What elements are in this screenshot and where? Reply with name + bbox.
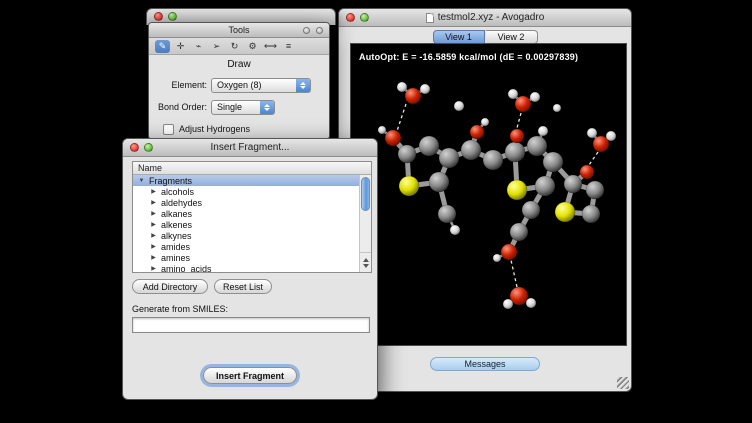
tree-row-label: alkanes <box>161 209 192 219</box>
scroll-down-icon[interactable] <box>363 264 369 268</box>
tree-row-label: alkynes <box>161 231 192 241</box>
disclosure-closed-icon[interactable]: ▶ <box>149 232 158 239</box>
palette-buttons <box>303 27 323 34</box>
disclosure-closed-icon[interactable]: ▶ <box>149 254 158 261</box>
disclosure-closed-icon[interactable]: ▶ <box>149 210 158 217</box>
back-window-controls <box>154 12 177 21</box>
zoom-button[interactable] <box>360 13 369 22</box>
align-tool-icon[interactable]: ≡ <box>281 40 296 53</box>
add-directory-button[interactable]: Add Directory <box>132 279 208 294</box>
disclosure-closed-icon[interactable]: ▶ <box>149 199 158 206</box>
tree-row-label: aldehydes <box>161 198 202 208</box>
scrollbar-arrows <box>360 252 371 272</box>
tree-row[interactable]: ▶amides <box>133 241 359 252</box>
element-dropdown[interactable]: Oxygen (8) <box>211 78 311 93</box>
disclosure-closed-icon[interactable]: ▶ <box>149 243 158 250</box>
fragment-titlebar[interactable]: Insert Fragment... <box>123 139 377 157</box>
draw-tool-icon[interactable]: ✎ <box>155 40 170 53</box>
tab-view-2[interactable]: View 2 <box>486 30 538 44</box>
tree-row[interactable]: ▶alkynes <box>133 230 359 241</box>
close-button[interactable] <box>130 143 139 152</box>
tools-palette: Tools ✎✛⌁➢↻⚙⟷≡ Draw Element: Oxygen (8) … <box>148 22 330 140</box>
fragment-window-controls <box>130 143 153 152</box>
navigate-tool-icon[interactable]: ✛ <box>173 40 188 53</box>
bond-order-label: Bond Order: <box>149 102 211 112</box>
element-row: Element: Oxygen (8) <box>149 77 329 93</box>
autoopt-status-text: AutoOpt: E = -16.5859 kcal/mol (dE = 0.0… <box>359 52 578 62</box>
insert-fragment-window: Insert Fragment... Name ▼Fragments▶alcoh… <box>122 138 378 400</box>
tree-row[interactable]: ▶aldehydes <box>133 197 359 208</box>
bond-order-value: Single <box>217 102 242 112</box>
adjust-hydrogens-label: Adjust Hydrogens <box>179 124 250 134</box>
molecule-render <box>351 44 626 345</box>
insert-fragment-button[interactable]: Insert Fragment <box>203 367 297 384</box>
bond-order-dropdown[interactable]: Single <box>211 100 275 115</box>
fragment-list: Name ▼Fragments▶alcohols▶aldehydes▶alkan… <box>132 161 372 273</box>
tree-row[interactable]: ▶alcohols <box>133 186 359 197</box>
bond-order-row: Bond Order: Single <box>149 99 329 115</box>
disclosure-closed-icon[interactable]: ▶ <box>149 221 158 228</box>
active-tool-label: Draw <box>149 59 329 70</box>
disclosure-open-icon[interactable]: ▼ <box>137 178 146 184</box>
rotate-tool-icon[interactable]: ↻ <box>227 40 242 53</box>
adjust-hydrogens-row: Adjust Hydrogens <box>149 121 329 137</box>
list-scrollbar[interactable] <box>359 175 371 272</box>
tree-row-label: alcohols <box>161 187 194 197</box>
tree-row-label: amides <box>161 242 190 252</box>
tools-title: Tools <box>228 25 249 35</box>
3d-viewport[interactable]: AutoOpt: E = -16.5859 kcal/mol (dE = 0.0… <box>350 43 627 346</box>
zoom-button[interactable] <box>168 12 177 21</box>
element-label: Element: <box>149 80 211 90</box>
tab-view-1[interactable]: View 1 <box>433 30 485 44</box>
tree-row-label: amines <box>161 253 190 263</box>
tree-row-label: Fragments <box>149 176 192 186</box>
tree-row[interactable]: ▶alkanes <box>133 208 359 219</box>
dropdown-stepper-icon <box>296 79 310 92</box>
document-icon <box>426 13 434 23</box>
close-button[interactable] <box>346 13 355 22</box>
tools-toolbar: ✎✛⌁➢↻⚙⟷≡ <box>149 38 329 55</box>
tree-row-root[interactable]: ▼Fragments <box>133 175 359 186</box>
disclosure-closed-icon[interactable]: ▶ <box>149 188 158 195</box>
reset-list-button[interactable]: Reset List <box>214 279 272 294</box>
avogadro-main-window: testmol2.xyz - Avogadro View 1 View 2 <box>338 8 632 392</box>
messages-button[interactable]: Messages <box>430 357 540 371</box>
fragment-window-title: Insert Fragment... <box>211 142 290 153</box>
close-button[interactable] <box>154 12 163 21</box>
tools-titlebar[interactable]: Tools <box>149 23 329 38</box>
window-title: testmol2.xyz - Avogadro <box>438 12 545 23</box>
view-tab-strip: View 1 View 2 <box>339 27 631 44</box>
disclosure-closed-icon[interactable]: ▶ <box>149 265 158 272</box>
zoom-button[interactable] <box>144 143 153 152</box>
smiles-label: Generate from SMILES: <box>132 304 228 314</box>
main-titlebar[interactable]: testmol2.xyz - Avogadro <box>339 9 631 27</box>
tree-row[interactable]: ▶alkenes <box>133 219 359 230</box>
dropdown-stepper-icon <box>260 101 274 114</box>
tree-row-label: amino_acids <box>161 264 212 274</box>
scroll-up-icon[interactable] <box>363 258 369 262</box>
palette-button-1[interactable] <box>303 27 310 34</box>
autoopt-tool-icon[interactable]: ⚙ <box>245 40 260 53</box>
tree-row[interactable]: ▶amines <box>133 252 359 263</box>
fragment-tree: ▼Fragments▶alcohols▶aldehydes▶alkanes▶al… <box>133 175 359 272</box>
measure-tool-icon[interactable]: ⟷ <box>263 40 278 53</box>
main-window-controls <box>346 13 369 22</box>
list-header-name[interactable]: Name <box>133 162 371 175</box>
adjust-hydrogens-checkbox[interactable] <box>163 124 174 135</box>
select-tool-icon[interactable]: ➢ <box>209 40 224 53</box>
tree-row[interactable]: ▶amino_acids <box>133 263 359 273</box>
tree-row-label: alkenes <box>161 220 192 230</box>
smiles-input[interactable] <box>132 317 370 333</box>
palette-button-2[interactable] <box>316 27 323 34</box>
scrollbar-thumb[interactable] <box>361 177 370 211</box>
element-value: Oxygen (8) <box>217 80 262 90</box>
bond-tool-icon[interactable]: ⌁ <box>191 40 206 53</box>
resize-grip[interactable] <box>617 377 629 389</box>
